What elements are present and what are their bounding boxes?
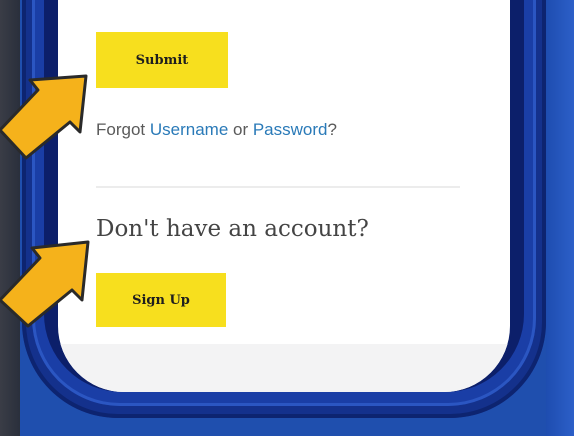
arrow-pointer-icon bbox=[0, 240, 90, 328]
or-text: or bbox=[228, 120, 253, 139]
screen-footer bbox=[58, 344, 510, 392]
password-link[interactable]: Password bbox=[253, 120, 328, 139]
forgot-prefix: Forgot bbox=[96, 120, 150, 139]
arrow-pointer-icon bbox=[0, 74, 88, 160]
username-link[interactable]: Username bbox=[150, 120, 228, 139]
no-account-heading: Don't have an account? bbox=[96, 216, 369, 242]
background-right-edge bbox=[546, 0, 574, 436]
phone-screen: Submit Forgot Username or Password? Don'… bbox=[58, 0, 510, 392]
background-left-edge bbox=[0, 0, 20, 436]
question-mark: ? bbox=[327, 120, 337, 139]
divider bbox=[96, 186, 460, 188]
submit-button[interactable]: Submit bbox=[96, 32, 228, 88]
sign-up-button[interactable]: Sign Up bbox=[96, 273, 226, 327]
forgot-credentials-text: Forgot Username or Password? bbox=[96, 120, 337, 140]
